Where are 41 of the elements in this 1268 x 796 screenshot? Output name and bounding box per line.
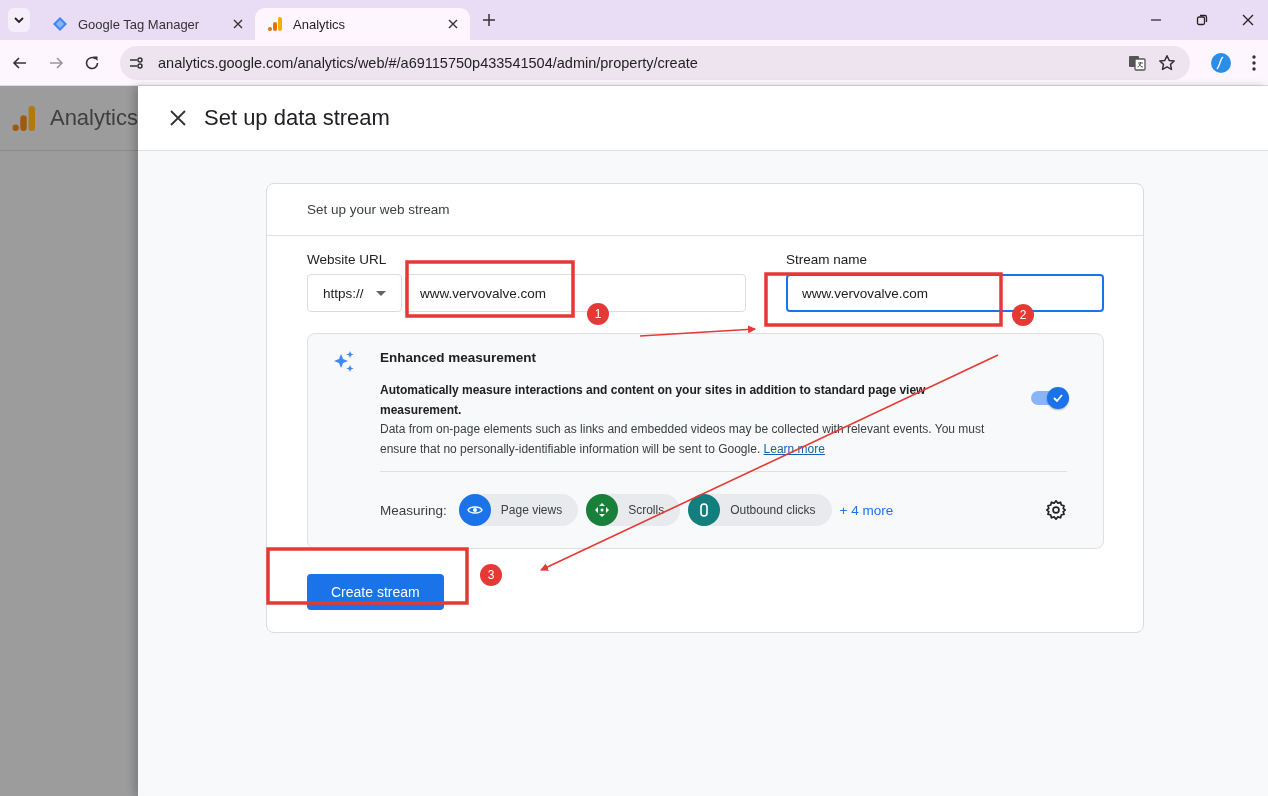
measurement-chip[interactable]: Scrolls bbox=[586, 494, 681, 526]
reload-icon[interactable] bbox=[84, 54, 100, 71]
restore-icon[interactable] bbox=[1196, 14, 1208, 26]
measuring-label: Measuring: bbox=[380, 502, 447, 518]
card-heading: Set up your web stream bbox=[307, 202, 450, 217]
close-icon[interactable] bbox=[1242, 14, 1254, 26]
close-icon[interactable] bbox=[233, 19, 243, 29]
site-settings-icon[interactable] bbox=[128, 54, 146, 71]
section-title: Enhanced measurement bbox=[380, 350, 538, 365]
star-icon[interactable] bbox=[1158, 53, 1176, 72]
bar-chart-logo-icon bbox=[267, 16, 283, 32]
bar-chart-logo-icon bbox=[12, 103, 36, 133]
chevron-down-icon bbox=[13, 14, 25, 26]
extension-icon[interactable] bbox=[1210, 51, 1232, 74]
measurement-chip[interactable]: Outbound clicks bbox=[688, 494, 832, 526]
translate-icon[interactable] bbox=[1128, 53, 1146, 72]
app-title: Analytics bbox=[49, 105, 138, 131]
dropdown-arrow-icon bbox=[375, 290, 386, 296]
protocol-dropdown[interactable]: https:// bbox=[307, 274, 402, 312]
sparkle-icon bbox=[332, 350, 356, 374]
field-label: Stream name bbox=[786, 252, 869, 267]
tab-list-button[interactable] bbox=[8, 8, 30, 32]
new-tab-icon[interactable] bbox=[482, 13, 496, 27]
menu-icon[interactable] bbox=[1252, 54, 1256, 71]
back-icon[interactable] bbox=[12, 54, 28, 71]
address-bar[interactable]: analytics.google.com/analytics/web/#/a69115750p433541504/admin/property/create bbox=[120, 45, 1190, 80]
close-icon[interactable] bbox=[170, 110, 186, 126]
diamond-logo-icon bbox=[52, 16, 68, 32]
check-icon bbox=[1052, 392, 1064, 404]
description-text: Automatically measure interactions and content on your sites in addition to standard page view measurement. Data from on-page elements such as links and embedded videos may be collected with relevant events. You must ensure that no personally-identifiable information will be sent to Google. Learn more bbox=[380, 382, 986, 458]
settings-icon[interactable] bbox=[1045, 499, 1067, 521]
scroll-arrows-icon bbox=[594, 502, 611, 518]
forward-icon[interactable] bbox=[48, 54, 64, 71]
close-icon[interactable] bbox=[448, 19, 458, 29]
measurement-chip[interactable]: Page views bbox=[458, 494, 579, 526]
dialog-title: Set up data stream bbox=[204, 105, 390, 131]
browser-tab[interactable]: Google Tag Manager bbox=[40, 8, 255, 40]
browser-tab[interactable]: Analytics bbox=[255, 8, 470, 40]
learn-more-link[interactable]: Learn more bbox=[763, 441, 825, 456]
field-label: Website URL bbox=[307, 252, 388, 267]
more-link[interactable]: + 4 more bbox=[839, 502, 894, 518]
